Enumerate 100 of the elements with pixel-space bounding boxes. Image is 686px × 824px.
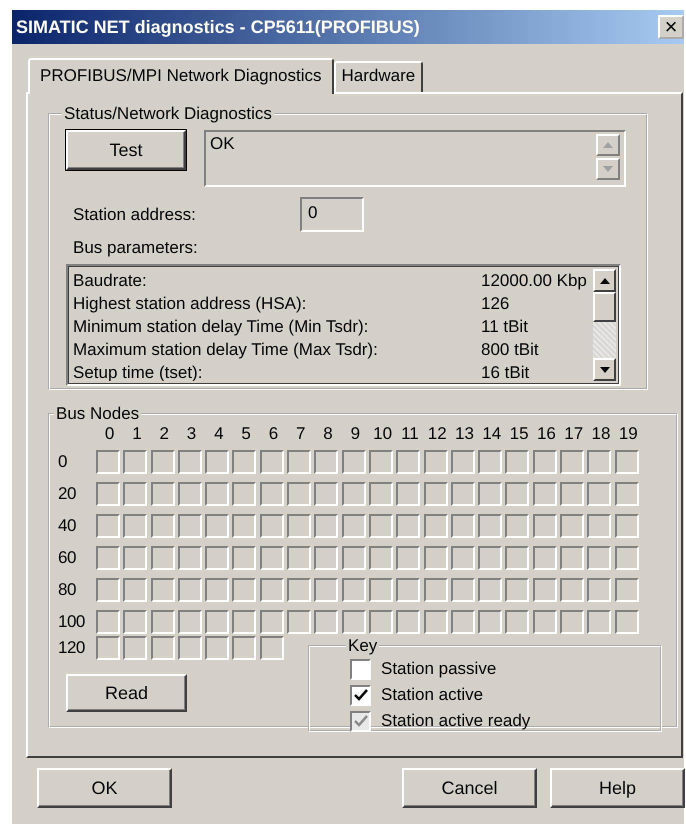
node-checkbox[interactable] — [314, 546, 338, 570]
read-button[interactable]: Read — [66, 674, 187, 712]
node-checkbox[interactable] — [450, 450, 475, 474]
node-checkbox[interactable] — [205, 482, 230, 506]
node-checkbox[interactable] — [368, 578, 393, 602]
node-checkbox[interactable] — [450, 514, 475, 538]
node-checkbox[interactable] — [342, 514, 366, 538]
node-checkbox[interactable] — [178, 578, 202, 602]
close-button[interactable]: × — [658, 15, 684, 39]
node-checkbox[interactable] — [96, 636, 120, 660]
node-checkbox[interactable] — [150, 514, 175, 538]
node-checkbox[interactable] — [178, 546, 202, 570]
node-checkbox[interactable] — [178, 610, 202, 634]
node-checkbox[interactable] — [560, 514, 584, 538]
node-checkbox[interactable] — [314, 578, 338, 602]
node-checkbox[interactable] — [260, 514, 284, 538]
node-checkbox[interactable] — [396, 546, 420, 570]
node-checkbox[interactable] — [150, 546, 175, 570]
node-checkbox[interactable] — [614, 546, 639, 570]
node-checkbox[interactable] — [478, 482, 502, 506]
node-checkbox[interactable] — [424, 610, 448, 634]
node-checkbox[interactable] — [505, 482, 530, 506]
node-checkbox[interactable] — [532, 514, 557, 538]
node-checkbox[interactable] — [478, 514, 502, 538]
node-checkbox[interactable] — [287, 546, 312, 570]
node-checkbox[interactable] — [614, 450, 639, 474]
node-checkbox[interactable] — [123, 578, 148, 602]
node-checkbox[interactable] — [287, 610, 312, 634]
node-checkbox[interactable] — [96, 514, 120, 538]
node-checkbox[interactable] — [396, 610, 420, 634]
node-checkbox[interactable] — [368, 482, 393, 506]
node-checkbox[interactable] — [150, 636, 175, 660]
node-checkbox[interactable] — [123, 636, 148, 660]
node-checkbox[interactable] — [96, 482, 120, 506]
node-checkbox[interactable] — [205, 636, 230, 660]
node-checkbox[interactable] — [314, 450, 338, 474]
node-checkbox[interactable] — [424, 482, 448, 506]
node-checkbox[interactable] — [232, 482, 256, 506]
node-checkbox[interactable] — [560, 546, 584, 570]
node-checkbox[interactable] — [342, 610, 366, 634]
node-checkbox[interactable] — [396, 450, 420, 474]
node-checkbox[interactable] — [260, 610, 284, 634]
node-checkbox[interactable] — [178, 482, 202, 506]
node-checkbox[interactable] — [260, 546, 284, 570]
node-checkbox[interactable] — [532, 450, 557, 474]
node-checkbox[interactable] — [424, 514, 448, 538]
node-checkbox[interactable] — [260, 482, 284, 506]
node-checkbox[interactable] — [478, 610, 502, 634]
node-checkbox[interactable] — [260, 450, 284, 474]
node-checkbox[interactable] — [314, 482, 338, 506]
node-checkbox[interactable] — [150, 450, 175, 474]
node-checkbox[interactable] — [532, 578, 557, 602]
node-checkbox[interactable] — [587, 578, 612, 602]
node-checkbox[interactable] — [478, 450, 502, 474]
node-checkbox[interactable] — [587, 514, 612, 538]
checkbox[interactable] — [350, 684, 371, 706]
scroll-down-button[interactable] — [593, 358, 616, 381]
node-checkbox[interactable] — [532, 482, 557, 506]
node-checkbox[interactable] — [478, 578, 502, 602]
node-checkbox[interactable] — [368, 610, 393, 634]
node-checkbox[interactable] — [505, 610, 530, 634]
node-checkbox[interactable] — [505, 514, 530, 538]
node-checkbox[interactable] — [314, 514, 338, 538]
node-checkbox[interactable] — [560, 578, 584, 602]
node-checkbox[interactable] — [150, 578, 175, 602]
node-checkbox[interactable] — [560, 450, 584, 474]
node-checkbox[interactable] — [232, 546, 256, 570]
node-checkbox[interactable] — [505, 578, 530, 602]
scroll-up-button[interactable] — [593, 269, 616, 292]
scroll-thumb[interactable] — [593, 292, 616, 322]
node-checkbox[interactable] — [287, 578, 312, 602]
checkbox[interactable] — [350, 658, 371, 680]
node-checkbox[interactable] — [232, 578, 256, 602]
node-checkbox[interactable] — [96, 546, 120, 570]
scrollbar[interactable] — [593, 269, 616, 381]
node-checkbox[interactable] — [450, 546, 475, 570]
node-checkbox[interactable] — [232, 514, 256, 538]
node-checkbox[interactable] — [396, 514, 420, 538]
tab[interactable]: PROFIBUS/MPI Network Diagnostics — [28, 58, 334, 94]
dialog-button[interactable]: Help — [550, 768, 685, 808]
node-checkbox[interactable] — [205, 514, 230, 538]
node-checkbox[interactable] — [342, 482, 366, 506]
dialog-button[interactable]: Cancel — [402, 768, 537, 808]
node-checkbox[interactable] — [232, 450, 256, 474]
dialog-button[interactable]: OK — [37, 768, 172, 808]
node-checkbox[interactable] — [614, 578, 639, 602]
node-checkbox[interactable] — [150, 610, 175, 634]
node-checkbox[interactable] — [532, 546, 557, 570]
node-checkbox[interactable] — [96, 450, 120, 474]
node-checkbox[interactable] — [205, 546, 230, 570]
node-checkbox[interactable] — [368, 514, 393, 538]
node-checkbox[interactable] — [123, 514, 148, 538]
node-checkbox[interactable] — [614, 514, 639, 538]
parameter-list[interactable]: Baudrate: 12000.00 Kbp Highest station address (HSA): 126 Minimum station delay Time (Min Tsdr): 11 tBit Maximum station delay Time (Max Tsdr): 800 tBit Setup time (tset): 16 tBit — [66, 264, 621, 386]
node-checkbox[interactable] — [424, 546, 448, 570]
node-checkbox[interactable] — [232, 610, 256, 634]
node-checkbox[interactable] — [396, 578, 420, 602]
node-checkbox[interactable] — [342, 578, 366, 602]
test-button[interactable]: Test — [66, 130, 186, 170]
node-checkbox[interactable] — [505, 450, 530, 474]
